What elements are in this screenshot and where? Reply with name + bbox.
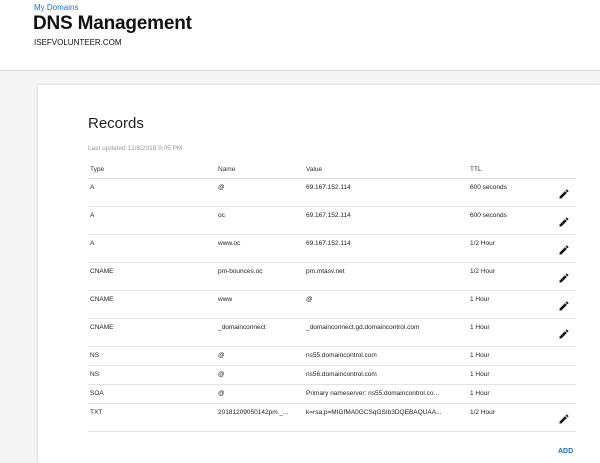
table-row: CNAME _domainconnect _domainconnect.gd.dom… [88, 319, 576, 347]
record-name: @ [218, 184, 225, 191]
pencil-icon[interactable] [558, 188, 570, 200]
table-row: NS @ ns55.domaincontrol.com 1 Hour [88, 347, 576, 366]
record-name: pm-bounces.oc [218, 268, 263, 275]
record-type: A [90, 212, 95, 219]
column-header-ttl: TTL [470, 166, 482, 173]
record-name: @ [218, 390, 225, 397]
table-row: TXT 20181209050142pm._... k=rsa;p=MIGfMA0G… [88, 404, 576, 432]
record-name: www [218, 296, 233, 303]
record-value: ns56.domaincontrol.com [306, 371, 377, 378]
record-type: NS [90, 371, 100, 378]
pencil-icon[interactable] [558, 328, 570, 340]
record-ttl: 600 seconds [470, 212, 507, 219]
record-value: Primary nameserver: ns55.domaincontrol.c… [306, 390, 439, 397]
table-row: A @69.167.152.114 600 seconds [88, 179, 576, 207]
record-type: A [90, 184, 95, 191]
record-type: SOA [90, 390, 104, 397]
record-value: @ [306, 296, 313, 303]
record-name: 20181209050142pm._... [218, 409, 289, 416]
record-ttl: 1/2 Hour [470, 268, 495, 275]
record-ttl: 600 seconds [470, 184, 507, 191]
column-header-value: Value [306, 166, 323, 173]
record-ttl: 1 Hour [470, 390, 490, 397]
record-value: pm.mtasv.net [306, 268, 345, 275]
table-row: Aoc 69.167.152.114 600 seconds [88, 207, 576, 235]
record-ttl: 1 Hour [470, 296, 490, 303]
table-body: A @69.167.152.114 600 seconds Aoc 69.167.152… [88, 179, 576, 432]
table-row: CNAME pm-bounces.oc pm.mtasv.net 1/2 Hour [88, 263, 576, 291]
record-value: k=rsa;p=MIGfMA0GCSqGSIb3DQEBAQUAA... [306, 409, 442, 416]
record-ttl: 1 Hour [470, 324, 490, 331]
table-row: Awww.oc 69.167.152.114 1/2 Hour [88, 235, 576, 263]
record-type: NS [90, 352, 100, 359]
record-type: CNAME [90, 296, 114, 303]
record-ttl: 1 Hour [470, 371, 490, 378]
pencil-icon[interactable] [558, 413, 570, 425]
records-heading: Records [88, 115, 144, 132]
record-name: @ [218, 371, 225, 378]
record-value: 69.167.152.114 [306, 240, 351, 247]
page-title: DNS Management [33, 13, 192, 34]
record-value: _domainconnect.gd.domaincontrol.com [306, 324, 420, 331]
record-name: www.oc [218, 240, 241, 247]
records-table: Type Name Value TTL A @69.167.152.114 600 … [88, 161, 576, 432]
record-value: 69.167.152.114 [306, 184, 351, 191]
record-ttl: 1/2 Hour [470, 240, 495, 247]
record-name: _domainconnect [218, 324, 266, 331]
record-type: TXT [90, 409, 103, 416]
pencil-icon[interactable] [558, 244, 570, 256]
table-row: SOA @ Primary nameserver: ns55.domaincontr… [88, 385, 576, 404]
pencil-icon[interactable] [558, 272, 570, 284]
add-record-button[interactable]: ADD [558, 448, 573, 455]
record-value: 69.167.152.114 [306, 212, 351, 219]
record-type: CNAME [90, 268, 114, 275]
record-ttl: 1 Hour [470, 352, 490, 359]
pencil-icon[interactable] [558, 216, 570, 228]
page-header: My Domains DNS Management ISEFVOLUNTEER.… [0, 0, 600, 71]
record-type: CNAME [90, 324, 114, 331]
record-value: ns55.domaincontrol.com [306, 352, 377, 359]
record-type: A [90, 240, 95, 247]
domain-name: ISEFVOLUNTEER.COM [34, 38, 122, 47]
table-header: Type Name Value TTL [88, 161, 576, 179]
column-header-name: Name [218, 166, 236, 173]
last-updated-text: Last updated 12/8/2018 9:05 PM [88, 145, 183, 152]
records-card: Records Last updated 12/8/2018 9:05 PM T… [38, 85, 600, 463]
pencil-icon[interactable] [558, 300, 570, 312]
breadcrumb-my-domains[interactable]: My Domains [34, 3, 78, 12]
column-header-type: Type [90, 166, 105, 173]
table-row: CNAME www @1 Hour [88, 291, 576, 319]
record-name: oc [218, 212, 225, 219]
record-ttl: 1/2 Hour [470, 409, 495, 416]
record-name: @ [218, 352, 225, 359]
table-row: NS @ ns56.domaincontrol.com 1 Hour [88, 366, 576, 385]
